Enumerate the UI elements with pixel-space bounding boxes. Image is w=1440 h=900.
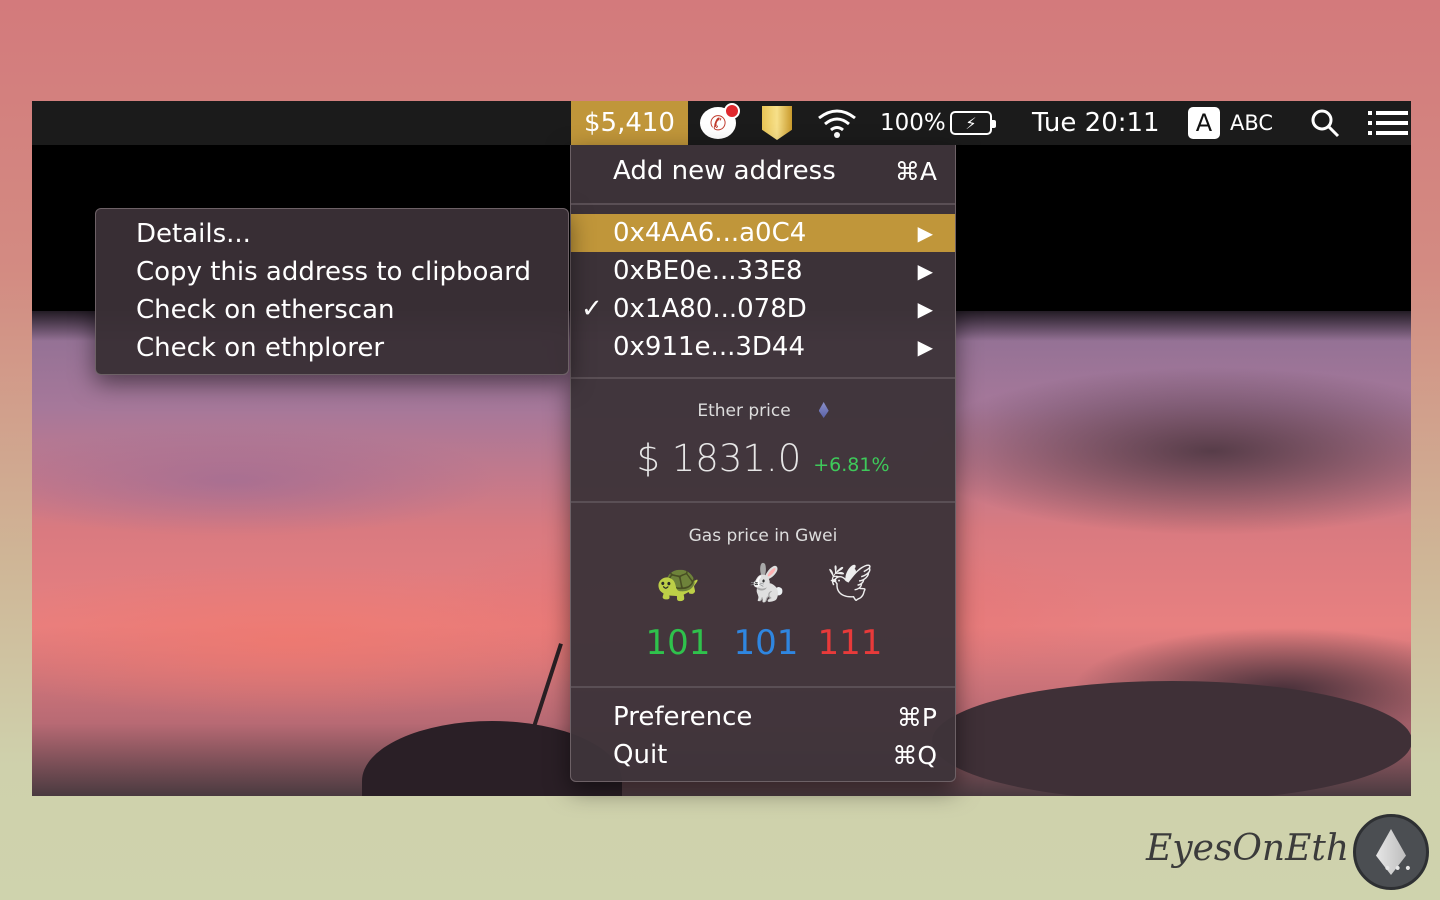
clock[interactable]: Tue 20:11	[1032, 101, 1160, 145]
menu-item-add-address[interactable]: Add new address ⌘A	[571, 152, 955, 190]
menu-bar: $5,410 ✆ 100% ⚡ Tue 20:11 A ABC	[32, 101, 1411, 145]
logo-dots: •••	[1383, 861, 1414, 877]
address-item-1[interactable]: 0xBE0e...33E8 ▶	[571, 252, 955, 290]
menu-item-shortcut: ⌘A	[894, 156, 937, 186]
list-icon[interactable]	[1368, 101, 1408, 145]
address-item-0[interactable]: 0x4AA6...a0C4 ▶	[571, 214, 955, 252]
ether-price-change: +6.81%	[813, 454, 890, 476]
battery-charging-icon: ⚡	[950, 111, 996, 135]
submenu-item-details[interactable]: Details...	[136, 215, 251, 253]
menu-item-quit[interactable]: Quit ⌘Q	[571, 736, 955, 774]
phone-icon: ✆	[700, 103, 740, 139]
gas-value-fast: 111	[817, 623, 883, 663]
menu-separator	[571, 203, 955, 205]
ether-price-title-text: Ether price	[697, 401, 791, 421]
gas-value-standard: 101	[733, 623, 799, 663]
brand-name: EyesOnEth	[1146, 828, 1350, 869]
gas-tier-slow: 🐢 101	[643, 561, 713, 663]
submenu-arrow-icon: ▶	[917, 335, 933, 359]
shield-icon	[762, 106, 792, 140]
ether-price-value: $ 1831.0	[636, 437, 802, 480]
address-label: 0xBE0e...33E8	[613, 256, 803, 286]
eyesoneth-dropdown-menu: Add new address ⌘A 0x4AA6...a0C4 ▶ 0xBE0…	[570, 145, 956, 782]
menu-item-label: Quit	[613, 740, 668, 770]
notification-dot	[724, 103, 740, 119]
phone-status-item[interactable]: ✆	[700, 101, 740, 145]
menu-item-label: Preference	[613, 702, 753, 732]
gas-tier-standard: 🐇 101	[731, 561, 801, 663]
menu-separator	[571, 501, 955, 503]
input-source-label: ABC	[1230, 111, 1274, 135]
gas-price-title: Gas price in Gwei	[688, 526, 838, 546]
address-label: 0x4AA6...a0C4	[613, 218, 807, 248]
menu-item-shortcut: ⌘Q	[892, 740, 937, 770]
address-item-2[interactable]: ✓ 0x1A80...078D ▶	[571, 290, 955, 328]
rabbit-icon: 🐇	[743, 563, 789, 604]
menu-item-shortcut: ⌘P	[896, 702, 937, 732]
gas-value-slow: 101	[645, 623, 711, 663]
search-icon[interactable]	[1310, 101, 1340, 145]
menu-separator	[571, 377, 955, 379]
submenu-arrow-icon: ▶	[917, 297, 933, 321]
ethereum-logo-icon: •••	[1353, 814, 1429, 890]
list-icon-graphic	[1368, 111, 1408, 135]
wifi-icon[interactable]	[816, 101, 858, 145]
shield-status-item[interactable]	[762, 101, 792, 145]
address-item-3[interactable]: 0x911e...3D44 ▶	[571, 328, 955, 366]
submenu-item-ethplorer[interactable]: Check on ethplorer	[136, 329, 384, 367]
address-submenu: Details... Copy this address to clipboar…	[95, 208, 569, 375]
submenu-arrow-icon: ▶	[917, 259, 933, 283]
wifi-icon-graphic	[818, 109, 856, 138]
dove-icon: 🕊	[827, 563, 873, 604]
checkmark-icon: ✓	[581, 294, 603, 324]
search-icon-graphic	[1311, 109, 1340, 138]
submenu-item-etherscan[interactable]: Check on etherscan	[136, 291, 395, 329]
battery-percent[interactable]: 100%	[880, 101, 946, 145]
input-source-menu[interactable]: A ABC	[1188, 101, 1273, 145]
battery-status-item[interactable]: ⚡	[950, 101, 996, 145]
input-source-icon: A	[1188, 107, 1220, 139]
ether-price-line: $ 1831.0 +6.81%	[571, 437, 955, 480]
menu-item-preference[interactable]: Preference ⌘P	[571, 698, 955, 736]
gas-tier-fast: 🕊 111	[815, 561, 885, 663]
menu-item-label: Add new address	[613, 156, 836, 186]
submenu-arrow-icon: ▶	[917, 221, 933, 245]
wallpaper-cloud	[932, 681, 1411, 796]
menu-separator	[571, 686, 955, 688]
address-label: 0x1A80...078D	[613, 294, 807, 324]
address-label: 0x911e...3D44	[613, 332, 805, 362]
ether-icon	[818, 402, 829, 418]
ether-price-title: Ether price	[571, 401, 955, 421]
turtle-icon: 🐢	[655, 563, 701, 604]
submenu-item-copy-address[interactable]: Copy this address to clipboard	[136, 253, 531, 291]
portfolio-value-button[interactable]: $5,410	[571, 101, 688, 145]
